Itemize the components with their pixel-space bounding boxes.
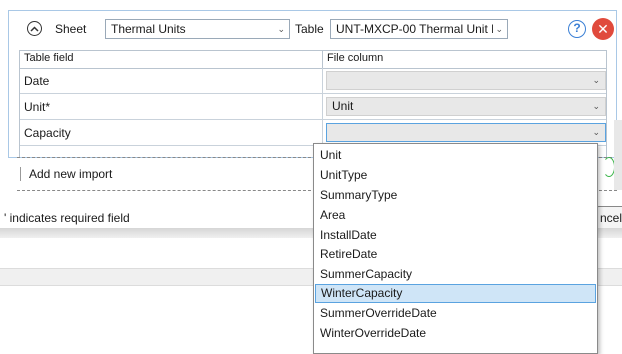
- chevron-down-icon: ⌄: [592, 101, 600, 111]
- scrollbar[interactable]: [614, 120, 622, 190]
- divider: [20, 167, 21, 181]
- row-field-label: Date: [24, 74, 50, 88]
- row-field-label: Unit*: [24, 100, 51, 114]
- dropdown-option[interactable]: SummerOverrideDate: [315, 304, 596, 323]
- required-field-note: ' indicates required field: [4, 211, 130, 225]
- grid-header: Table field File column: [20, 51, 606, 69]
- import-panel: Sheet Thermal Units ⌄ Table UNT-MXCP-00 …: [8, 10, 617, 158]
- chevron-down-icon: ⌄: [592, 75, 600, 85]
- dropdown-option[interactable]: SummaryType: [315, 186, 596, 205]
- cancel-button[interactable]: ncel: [596, 206, 622, 230]
- file-column-value: Unit: [332, 99, 354, 113]
- dropdown-option[interactable]: RetireDate: [315, 245, 596, 264]
- dropdown-option[interactable]: SummerCapacity: [315, 265, 596, 284]
- column-divider: [322, 94, 323, 119]
- dropdown-option[interactable]: Area: [315, 206, 596, 225]
- dropdown-option[interactable]: WinterOverrideDate: [315, 324, 596, 343]
- file-column-select[interactable]: Unit ⌄: [326, 97, 606, 116]
- dropdown-option[interactable]: UnitType: [315, 166, 596, 185]
- row-field-label: Capacity: [24, 126, 71, 140]
- table-row: Date ⌄: [20, 68, 606, 94]
- table-select[interactable]: UNT-MXCP-00 Thermal Unit M ⌄: [330, 19, 508, 39]
- table-row: Unit* Unit ⌄: [20, 94, 606, 120]
- import-toolbar: Sheet Thermal Units ⌄ Table UNT-MXCP-00 …: [9, 11, 616, 41]
- dropdown-option[interactable]: Unit: [315, 146, 596, 165]
- sheet-select[interactable]: Thermal Units ⌄: [105, 19, 290, 39]
- add-new-import-label: Add new import: [29, 167, 113, 181]
- cropped-header-text: [0, 0, 622, 5]
- chevron-down-icon: ⌄: [493, 20, 503, 38]
- column-header-file-column: File column: [327, 52, 384, 64]
- column-divider: [322, 51, 323, 68]
- table-select-value: UNT-MXCP-00 Thermal Unit M: [336, 22, 502, 36]
- close-icon[interactable]: ✕: [592, 18, 614, 40]
- table-label: Table: [295, 22, 324, 36]
- column-header-table-field: Table field: [24, 52, 74, 64]
- mapping-grid: Table field File column Date ⌄ Unit* Uni…: [19, 50, 607, 158]
- sheet-label: Sheet: [55, 22, 87, 36]
- chevron-down-icon: ⌄: [277, 24, 285, 34]
- file-column-select[interactable]: ⌄: [326, 123, 606, 142]
- dropdown-option-selected[interactable]: WinterCapacity: [315, 284, 596, 303]
- help-icon[interactable]: ?: [568, 20, 586, 38]
- sheet-select-value: Thermal Units: [111, 22, 186, 36]
- file-column-dropdown-list: Unit UnitType SummaryType Area InstallDa…: [313, 143, 598, 354]
- column-divider: [322, 120, 323, 145]
- chevron-down-icon: ⌄: [592, 127, 600, 137]
- dropdown-option[interactable]: InstallDate: [315, 226, 596, 245]
- file-column-select[interactable]: ⌄: [326, 71, 606, 90]
- column-divider: [322, 68, 323, 93]
- chevron-up-icon[interactable]: [27, 21, 42, 36]
